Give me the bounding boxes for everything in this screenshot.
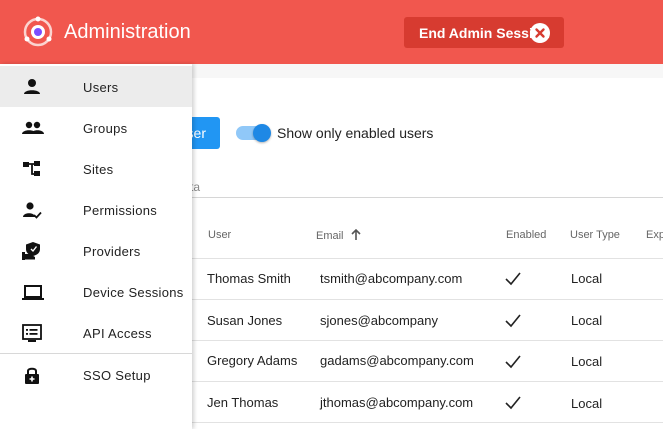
check-icon [505, 314, 521, 333]
check-icon [505, 355, 521, 374]
sidebar-item-groups[interactable]: Groups [0, 107, 192, 148]
sidebar-item-label: Permissions [83, 203, 158, 218]
check-icon [505, 272, 521, 291]
check-icon [505, 396, 521, 415]
cell-email: gadams@abcompany.com [320, 353, 474, 368]
cell-user: Jen Thomas [207, 395, 279, 410]
row-divider [192, 340, 663, 341]
end-admin-session-button[interactable]: End Admin Session [404, 17, 564, 48]
logo-icon [22, 16, 54, 48]
cell-email: sjones@abcompany [320, 313, 438, 328]
column-header-expires[interactable]: Expi [646, 229, 663, 241]
cell-email: jthomas@abcompany.com [320, 395, 474, 410]
enabled-only-toggle-label: Show only enabled users [277, 125, 434, 141]
cell-user-type: Local [571, 271, 603, 286]
close-circle-icon [530, 23, 550, 43]
laptop-icon [22, 282, 44, 302]
sidebar-item-sites[interactable]: Sites [0, 148, 192, 189]
sidebar-item-users[interactable]: Users [0, 66, 192, 107]
sidebar-item-providers[interactable]: Providers [0, 230, 192, 271]
row-divider [192, 258, 663, 259]
person-check-icon [22, 200, 42, 220]
sidebar-item-permissions[interactable]: Permissions [0, 189, 192, 230]
sitemap-icon [22, 159, 42, 179]
sidebar-item-label: Sites [83, 162, 114, 177]
sort-ascending-icon [351, 228, 361, 244]
cell-user-type: Local [571, 354, 603, 369]
row-divider [192, 422, 663, 423]
column-header-enabled[interactable]: Enabled [506, 229, 546, 241]
lock-icon [22, 365, 42, 385]
person-icon [22, 77, 42, 97]
sidebar-item-label: SSO Setup [83, 368, 151, 383]
row-divider [192, 299, 663, 300]
sidebar-item-sso-setup[interactable]: SSO Setup [0, 354, 192, 395]
content-top-band [192, 64, 663, 78]
sidebar-item-label: Groups [83, 121, 128, 136]
app-header: Administration End Admin Session [0, 0, 663, 64]
sidebar-item-api-access[interactable]: API Access [0, 312, 192, 353]
cell-email: tsmith@abcompany.com [320, 271, 463, 286]
people-icon [22, 118, 44, 138]
enabled-only-toggle[interactable] [236, 124, 271, 142]
column-header-email[interactable]: Email [316, 228, 361, 244]
sidebar-item-device-sessions[interactable]: Device Sessions [0, 271, 192, 312]
sidebar-item-label: API Access [83, 326, 152, 341]
cell-user-type: Local [571, 313, 603, 328]
sidebar-item-label: Device Sessions [83, 285, 184, 300]
column-header-user-type[interactable]: User Type [570, 229, 620, 241]
toggle-thumb [253, 124, 271, 142]
cell-user: Susan Jones [207, 313, 283, 328]
sidebar-item-label: Providers [83, 244, 141, 259]
shield-hand-icon [22, 241, 42, 261]
cell-user: Thomas Smith [207, 271, 291, 286]
row-divider [192, 381, 663, 382]
navigation-drawer: Users Groups Sites Permissions Providers… [0, 64, 192, 429]
api-list-icon [22, 323, 42, 343]
column-header-user[interactable]: User [208, 229, 231, 241]
column-header-email-label: Email [316, 230, 344, 242]
cell-user-type: Local [571, 396, 603, 411]
cell-user: Gregory Adams [207, 353, 298, 368]
sidebar-item-label: Users [83, 80, 119, 95]
app-title: Administration [64, 21, 191, 43]
tab-divider [192, 197, 663, 198]
